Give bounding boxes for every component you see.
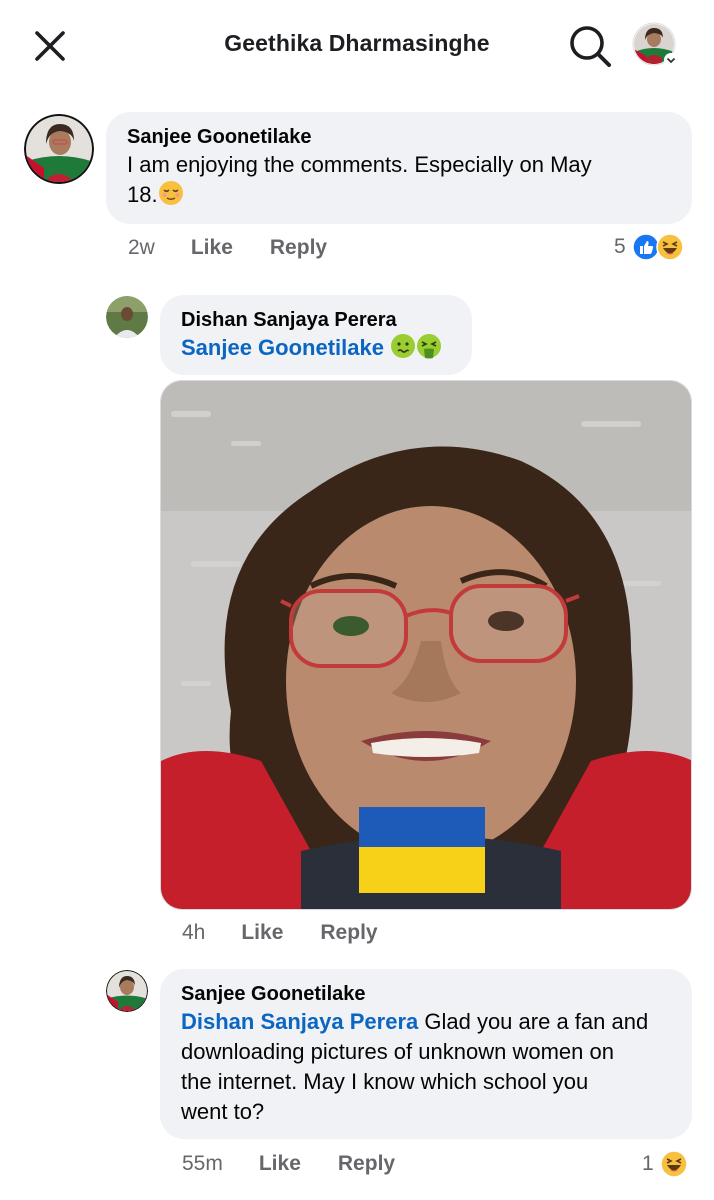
timestamp[interactable]: 4h — [182, 921, 205, 945]
haha-reaction-icon — [655, 233, 684, 261]
comment-actions: 55m Like Reply — [182, 1152, 395, 1176]
like-button[interactable]: Like — [259, 1152, 301, 1176]
timestamp[interactable]: 2w — [128, 236, 155, 260]
comment-author[interactable]: Dishan Sanjaya Perera — [181, 307, 450, 333]
avatar[interactable] — [106, 970, 148, 1012]
comment-text-line: downloading pictures of unknown women on — [181, 1039, 614, 1064]
relieved-emoji — [158, 180, 184, 214]
comment-text: I am enjoying the comments. Especially o… — [127, 150, 670, 214]
like-button[interactable]: Like — [241, 921, 283, 945]
comment-bubble: Dishan Sanjaya Perera Sanjee Goonetilake — [160, 295, 472, 375]
comment-author[interactable]: Sanjee Goonetilake — [181, 981, 670, 1007]
avatar[interactable] — [106, 296, 148, 338]
timestamp[interactable]: 55m — [182, 1152, 223, 1176]
like-button[interactable]: Like — [191, 236, 233, 260]
reaction-summary[interactable]: 1 — [642, 1150, 688, 1178]
attached-photo[interactable] — [160, 380, 692, 910]
comment-author[interactable]: Sanjee Goonetilake — [127, 124, 670, 150]
reaction-count: 1 — [642, 1152, 654, 1175]
comment-bubble: Sanjee Goonetilake I am enjoying the com… — [106, 112, 692, 224]
comment-text-line: 18. — [127, 182, 158, 207]
ukraine-flag — [359, 807, 485, 893]
comment-text-line: I am enjoying the comments. Especially o… — [127, 152, 592, 177]
profile-menu-button[interactable] — [632, 22, 680, 70]
comment-text-line: the internet. May I know which school yo… — [181, 1069, 589, 1094]
search-icon[interactable] — [566, 22, 614, 70]
reply-button[interactable]: Reply — [338, 1152, 395, 1176]
mention-link[interactable]: Dishan Sanjaya Perera — [181, 1009, 418, 1034]
mention-link[interactable]: Sanjee Goonetilake — [181, 335, 384, 360]
avatar[interactable] — [24, 114, 94, 184]
vomiting-emoji — [416, 333, 442, 367]
reply-button[interactable]: Reply — [320, 921, 377, 945]
comment-actions: 4h Like Reply — [182, 921, 378, 945]
reaction-summary[interactable]: 5 — [614, 233, 684, 261]
comment-text-line: Glad you are a fan and — [418, 1009, 649, 1034]
nauseated-emoji — [390, 333, 416, 367]
comment-text-line: went to? — [181, 1099, 265, 1124]
reaction-count: 5 — [614, 235, 626, 258]
comment-text: Sanjee Goonetilake — [181, 333, 450, 367]
comment-bubble: Sanjee Goonetilake Dishan Sanjaya Perera… — [160, 969, 692, 1139]
reply-button[interactable]: Reply — [270, 236, 327, 260]
haha-reaction-icon — [659, 1150, 688, 1178]
comment-actions: 2w Like Reply — [128, 236, 327, 260]
top-bar: Geethika Dharmasinghe — [0, 0, 714, 92]
comment-text: Dishan Sanjaya Perera Glad you are a fan… — [181, 1007, 670, 1127]
